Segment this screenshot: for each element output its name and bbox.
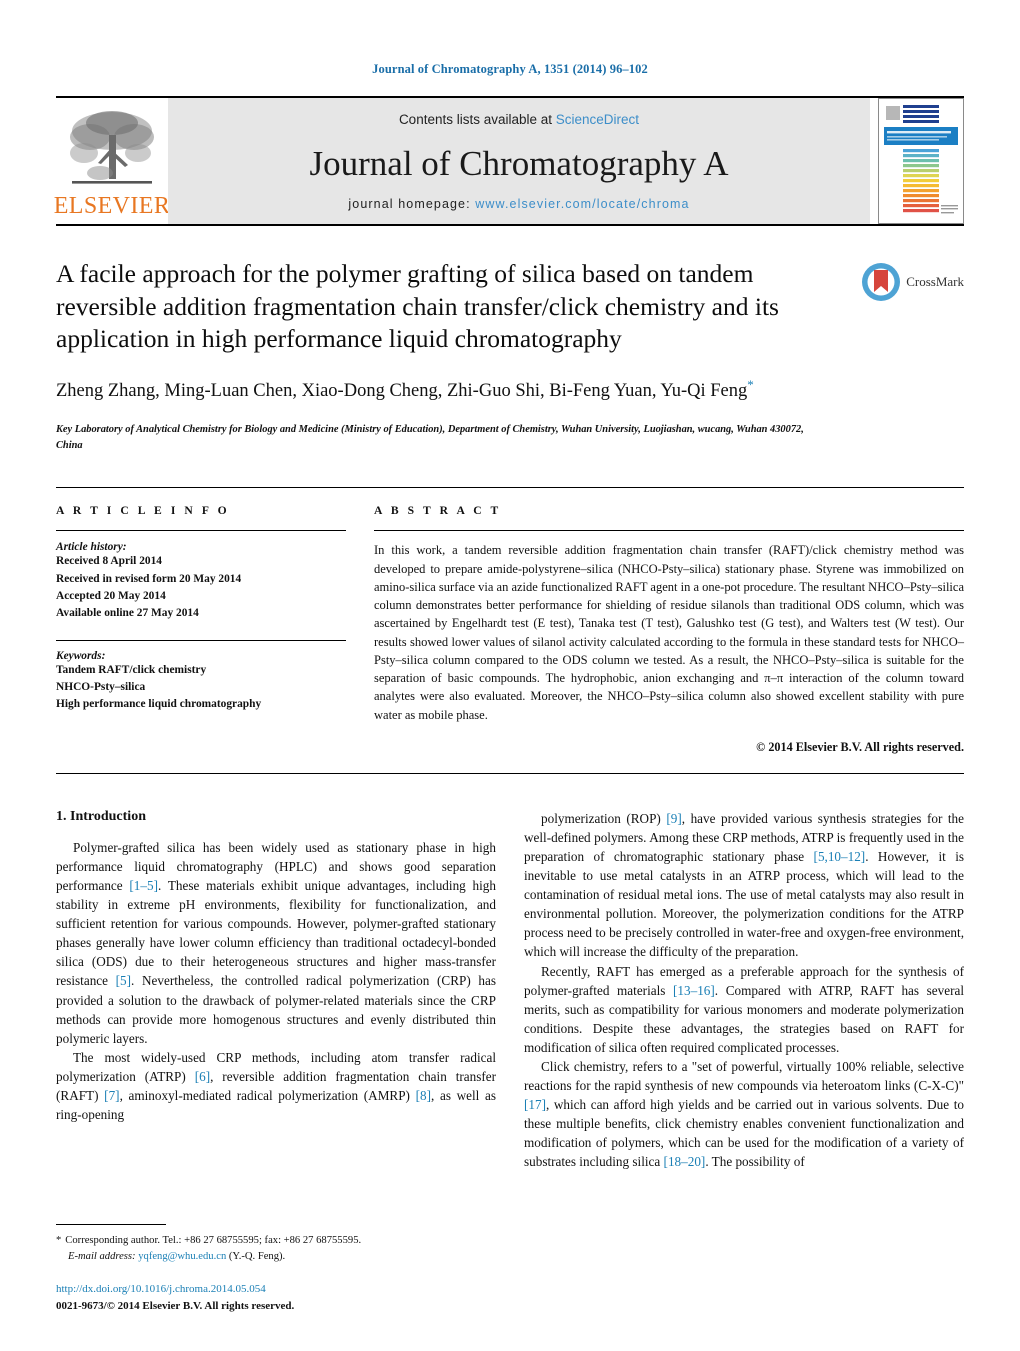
keywords-label: Keywords: [56,649,106,662]
corresponding-author-footnote: * Corresponding author. Tel.: +86 27 6875… [56,1233,496,1265]
footnote-marker: * [56,1234,62,1246]
contents-prefix: Contents lists available at [398,112,556,127]
paper-page: Journal of Chromatography A, 1351 (2014)… [0,0,1020,1351]
article-info-divider [56,530,346,532]
article-title: A facile approach for the polymer grafti… [56,259,779,354]
crossmark-label: CrossMark [906,274,964,289]
section-heading-introduction: 1. Introduction [56,808,146,824]
paragraph: Recently, RAFT has emerged as a preferab… [524,962,964,1057]
corresponding-author-marker: * [747,376,754,392]
email-label: E-mail address: [68,1250,136,1262]
history-accepted: Accepted 20 May 2014 [56,590,166,603]
history-online: Available online 27 May 2014 [56,607,199,620]
doi-link[interactable]: http://dx.doi.org/10.1016/j.chroma.2014.… [56,1281,294,1298]
paragraph: Click chemistry, refers to a "set of pow… [524,1057,964,1171]
cover-artwork [879,99,963,223]
body-right-column: polymerization (ROP) [9], have provided … [524,809,964,1171]
elsevier-wordmark: ELSEVIER [53,193,171,219]
paragraph-text: Click chemistry, refers to a "set of pow… [524,1058,964,1170]
info-abstract-region: A R T I C L E I N F O Article history: R… [56,487,964,755]
history-revised: Received in revised form 20 May 2014 [56,572,242,585]
footnote-block: * Corresponding author. Tel.: +86 27 6875… [56,1223,496,1265]
elsevier-tree-icon [70,111,154,184]
keyword-item: NHCO-Psty–silica [56,681,146,694]
paragraph: The most widely-used CRP methods, includ… [56,1048,496,1124]
paragraph: polymerization (ROP) [9], have provided … [524,809,964,962]
sciencedirect-link[interactable]: ScienceDirect [556,112,639,127]
body-left-column: 1. Introduction Polymer-grafted silica h… [56,809,496,1171]
crossmark-badge[interactable]: CrossMark [846,258,964,302]
history-received: Received 8 April 2014 [56,555,162,568]
paragraph-text: Recently, RAFT has emerged as a preferab… [524,963,964,1055]
contents-lists-line: Contents lists available at ScienceDirec… [399,112,639,127]
masthead-bottom-rule [56,224,964,226]
email-line: E-mail address: yqfeng@whu.edu.cn (Y.-Q.… [56,1249,496,1265]
doi-block: http://dx.doi.org/10.1016/j.chroma.2014.… [56,1281,294,1315]
paragraph-text: Polymer-grafted silica has been widely u… [56,839,496,1046]
journal-title: Journal of Chromatography A [309,143,729,183]
affiliation: Key Laboratory of Analytical Chemistry f… [56,424,804,451]
email-suffix: (Y.-Q. Feng). [228,1250,286,1262]
abstract-copyright: © 2014 Elsevier B.V. All rights reserved… [756,739,964,754]
abstract-heading: A B S T R A C T [374,504,502,518]
body-columns: 1. Introduction Polymer-grafted silica h… [56,809,964,1171]
journal-homepage-line: journal homepage: www.elsevier.com/locat… [348,197,689,211]
paragraph-text: The most widely-used CRP methods, includ… [56,1049,496,1123]
elsevier-logo: ELSEVIER [53,98,171,224]
keyword-item: Tandem RAFT/click chemistry [56,663,207,676]
article-history-label: Article history: [56,541,127,554]
crossmark-icon [862,263,901,301]
masthead-center: Contents lists available at ScienceDirec… [168,98,870,224]
journal-masthead: ELSEVIER Contents lists available at Sci… [53,96,964,224]
issn-copyright-line: 0021-9673/© 2014 Elsevier B.V. All right… [56,1299,295,1312]
homepage-url-link[interactable]: www.elsevier.com/locate/chroma [475,197,689,211]
journal-cover-thumbnail[interactable] [878,98,964,224]
abstract-text: In this work, a tandem reversible additi… [374,543,964,722]
keywords-divider [56,639,346,641]
author-list: Zheng Zhang, Ming-Luan Chen, Xiao-Dong C… [56,377,830,402]
homepage-prefix: journal homepage: [348,197,476,211]
email-link[interactable]: yqfeng@whu.edu.cn [138,1251,226,1262]
corresponding-author-text: Corresponding author. Tel.: +86 27 68755… [65,1234,362,1246]
running-head: Journal of Chromatography A, 1351 (2014)… [372,62,648,76]
article-info-heading: A R T I C L E I N F O [56,504,230,518]
abstract-bottom-rule [56,772,964,774]
paragraph: Polymer-grafted silica has been widely u… [56,838,496,1048]
author-names: Zheng Zhang, Ming-Luan Chen, Xiao-Dong C… [56,381,748,402]
article-info-column: A R T I C L E I N F O Article history: R… [56,504,346,755]
title-block: A facile approach for the polymer grafti… [56,258,964,453]
abstract-column: A B S T R A C T In this work, a tandem r… [374,504,964,755]
footnote-rule [56,1223,166,1225]
abstract-divider [374,530,964,532]
paragraph-text: polymerization (ROP) [9], have provided … [524,810,965,960]
keyword-item: High performance liquid chromatography [56,698,262,711]
